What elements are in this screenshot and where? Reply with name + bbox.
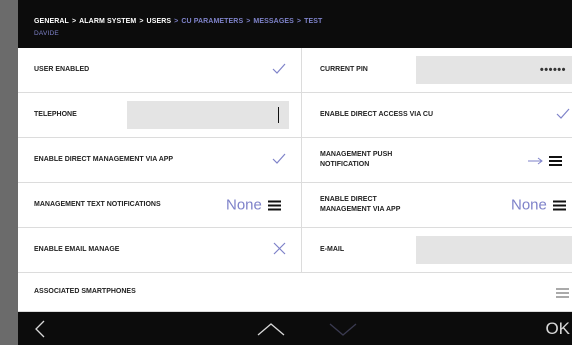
- user-enabled-cell[interactable]: USER ENABLED: [18, 48, 302, 92]
- direct-management-app-label: ENABLE DIRECT MANAGEMENT VIA APP: [34, 156, 174, 163]
- settings-row: MANAGEMENT TEXT NOTIFICATIONS None ENABL…: [18, 183, 572, 228]
- breadcrumb-test[interactable]: TEST: [304, 18, 322, 25]
- smartphones-label: ASSOCIATED SMARTPHONES: [34, 288, 136, 295]
- ok-label: OK: [545, 319, 570, 338]
- arrow-right-icon[interactable]: [528, 152, 544, 168]
- push-notification-cell[interactable]: MANAGEMENT PUSH NOTIFICATION: [302, 138, 572, 182]
- current-pin-label: CURRENT PIN: [320, 66, 368, 73]
- breadcrumb-messages[interactable]: MESSAGES: [253, 18, 293, 25]
- text-notifications-value: None: [226, 196, 262, 214]
- email-manage-cell[interactable]: ENABLE EMAIL MANAGE: [18, 228, 302, 272]
- breadcrumb-separator: >: [174, 18, 179, 25]
- breadcrumb-separator: >: [296, 18, 302, 25]
- menu-icon[interactable]: [549, 152, 562, 168]
- breadcrumb-separator: >: [246, 18, 251, 25]
- back-button[interactable]: [26, 312, 66, 345]
- breadcrumb-users[interactable]: USERS: [147, 18, 172, 25]
- text-notifications-cell[interactable]: MANAGEMENT TEXT NOTIFICATIONS None: [18, 183, 302, 227]
- settings-row: ENABLE EMAIL MANAGE E-MAIL: [18, 228, 572, 273]
- header-bar: GENERAL > ALARM SYSTEM > USERS > CU PARAMETERS…: [18, 0, 572, 48]
- telephone-field[interactable]: [127, 101, 289, 129]
- user-enabled-label: USER ENABLED: [34, 66, 90, 73]
- settings-row: TELEPHONE ENABLE DIRECT ACCESS VIA CU: [18, 93, 572, 138]
- breadcrumb-alarm-system[interactable]: ALARM SYSTEM: [79, 18, 136, 25]
- direct-management-app-right-cell[interactable]: ENABLE DIRECT MANAGEMENT VIA APP None: [302, 183, 572, 227]
- push-notification-label: MANAGEMENT PUSH NOTIFICATION: [320, 151, 393, 168]
- email-field[interactable]: [416, 236, 572, 264]
- email-manage-label: ENABLE EMAIL MANAGE: [34, 246, 120, 253]
- menu-icon[interactable]: [556, 284, 569, 300]
- direct-management-app-select[interactable]: None: [511, 197, 566, 214]
- current-pin-cell: CURRENT PIN ••••••: [302, 48, 572, 92]
- check-icon[interactable]: [272, 152, 286, 168]
- settings-row: ENABLE DIRECT MANAGEMENT VIA APP MANAGEM…: [18, 138, 572, 183]
- chevron-down-icon: [329, 323, 357, 336]
- direct-management-app-right-label: ENABLE DIRECT MANAGEMENT VIA APP: [320, 196, 401, 213]
- breadcrumb-general[interactable]: GENERAL: [34, 18, 69, 25]
- direct-access-cell[interactable]: ENABLE DIRECT ACCESS VIA CU: [302, 93, 572, 137]
- direct-management-app-cell[interactable]: ENABLE DIRECT MANAGEMENT VIA APP: [18, 138, 302, 182]
- check-icon[interactable]: [556, 107, 570, 123]
- settings-row: ASSOCIATED SMARTPHONES: [18, 273, 572, 312]
- ok-button[interactable]: OK: [532, 312, 572, 345]
- direct-management-app-value: None: [511, 196, 547, 214]
- footer-bar: OK: [18, 312, 572, 345]
- settings-row: USER ENABLED CURRENT PIN ••••••: [18, 48, 572, 93]
- direct-access-label: ENABLE DIRECT ACCESS VIA CU: [320, 111, 434, 118]
- menu-icon: [552, 200, 566, 211]
- scroll-down-button[interactable]: [322, 312, 366, 345]
- breadcrumb-cu-parameters[interactable]: CU PARAMETERS: [181, 18, 243, 25]
- text-notifications-select[interactable]: None: [226, 197, 281, 214]
- current-pin-field[interactable]: ••••••: [416, 56, 572, 84]
- pin-dots: ••••••: [539, 64, 566, 76]
- check-icon[interactable]: [272, 62, 286, 78]
- scroll-up-button[interactable]: [250, 312, 294, 345]
- user-name-subtitle: DAVIDE: [34, 30, 59, 37]
- text-cursor: [277, 107, 279, 123]
- chevron-up-icon: [257, 323, 285, 336]
- telephone-cell: TELEPHONE: [18, 93, 302, 137]
- breadcrumb-separator: >: [139, 18, 144, 25]
- text-notifications-label: MANAGEMENT TEXT NOTIFICATIONS: [34, 201, 161, 208]
- email-label: E-MAIL: [320, 246, 345, 253]
- chevron-left-icon: [35, 320, 45, 338]
- telephone-label: TELEPHONE: [34, 111, 77, 118]
- email-cell: E-MAIL: [302, 228, 572, 272]
- cross-icon[interactable]: [273, 242, 286, 258]
- breadcrumb: GENERAL > ALARM SYSTEM > USERS > CU PARAMETERS…: [34, 18, 322, 25]
- user-settings-panel: GENERAL > ALARM SYSTEM > USERS > CU PARAMETERS…: [18, 0, 572, 345]
- settings-grid: USER ENABLED CURRENT PIN •••••• TELEPHON…: [18, 48, 572, 312]
- smartphones-cell[interactable]: ASSOCIATED SMARTPHONES: [18, 273, 572, 311]
- breadcrumb-separator: >: [71, 18, 77, 25]
- menu-icon: [267, 200, 281, 211]
